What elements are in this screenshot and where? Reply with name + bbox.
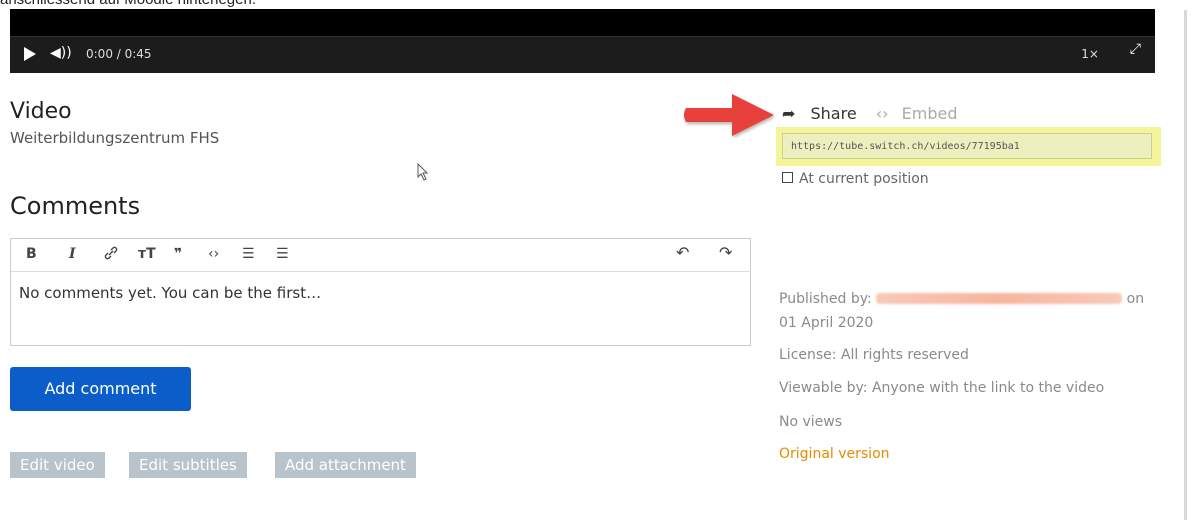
add-attachment-button[interactable]: Add attachment — [275, 452, 416, 478]
comments-heading: Comments — [10, 192, 141, 220]
url-highlight: https://tube.switch.ch/videos/77195ba1 — [776, 127, 1161, 166]
video-player[interactable]: ◀)) 0:00 / 0:45 1× ⤢ — [10, 9, 1155, 73]
redo-icon[interactable]: ↷ — [719, 243, 732, 262]
playback-speed-button[interactable]: 1× — [1081, 47, 1099, 61]
embed-tab[interactable]: Embed — [902, 104, 958, 123]
license-text: License: All rights reserved — [779, 347, 969, 363]
share-tab[interactable]: Share — [811, 104, 857, 123]
mouse-cursor-icon — [417, 163, 429, 181]
numbered-list-icon[interactable]: ☰ — [276, 246, 289, 262]
code-button[interactable]: ‹› — [208, 246, 219, 262]
edit-video-button[interactable]: Edit video — [10, 452, 105, 478]
publisher-name-redacted[interactable] — [876, 293, 1123, 304]
share-url-field[interactable]: https://tube.switch.ch/videos/77195ba1 — [782, 133, 1152, 159]
quote-button[interactable]: ❞ — [174, 246, 182, 262]
video-owner: Weiterbildungszentrum FHS — [10, 129, 220, 147]
caption-text: anschliessend auf Moodle hinterlegen. — [0, 0, 256, 9]
comment-editor[interactable]: B I ᴛT ❞ ‹› ☰ ☰ ↶ ↷ No comments yet. You… — [10, 238, 751, 346]
edit-subtitles-button[interactable]: Edit subtitles — [129, 452, 247, 478]
player-controls: ◀)) 0:00 / 0:45 1× ⤢ — [10, 36, 1155, 73]
italic-button[interactable]: I — [69, 246, 76, 262]
embed-icon[interactable]: ‹› — [876, 104, 889, 123]
annotation-arrow-icon — [684, 94, 774, 136]
published-suffix: on — [1126, 291, 1145, 307]
original-version-link[interactable]: Original version — [779, 446, 890, 462]
share-icon[interactable]: ➦ — [782, 104, 795, 123]
current-position-label: At current position — [799, 171, 929, 187]
heading-button[interactable]: ᴛT — [138, 246, 156, 262]
viewable-text: Viewable by: Anyone with the link to the… — [779, 380, 1105, 396]
time-display: 0:00 / 0:45 — [86, 47, 152, 61]
play-icon[interactable] — [24, 47, 36, 61]
volume-icon[interactable]: ◀)) — [50, 45, 72, 61]
bold-button[interactable]: B — [26, 246, 37, 262]
current-position-option[interactable]: At current position — [782, 171, 929, 187]
published-prefix: Published by: — [779, 291, 872, 307]
undo-icon[interactable]: ↶ — [676, 243, 689, 262]
add-comment-button[interactable]: Add comment — [10, 367, 191, 411]
fullscreen-icon[interactable]: ⤢ — [1130, 41, 1141, 57]
views-count: No views — [779, 414, 843, 430]
bullet-list-icon[interactable]: ☰ — [242, 246, 255, 262]
editor-toolbar: B I ᴛT ❞ ‹› ☰ ☰ ↶ ↷ — [11, 239, 750, 272]
current-position-checkbox[interactable] — [782, 172, 793, 183]
published-date: 01 April 2020 — [779, 315, 874, 331]
video-title: Video — [10, 99, 72, 124]
share-embed-tabs: ➦ Share ‹› Embed — [782, 104, 958, 123]
link-icon[interactable] — [104, 246, 118, 264]
comment-placeholder: No comments yet. You can be the first… — [19, 284, 322, 302]
scrollbar[interactable] — [1184, 10, 1187, 520]
published-by: Published by: on — [779, 291, 1144, 307]
